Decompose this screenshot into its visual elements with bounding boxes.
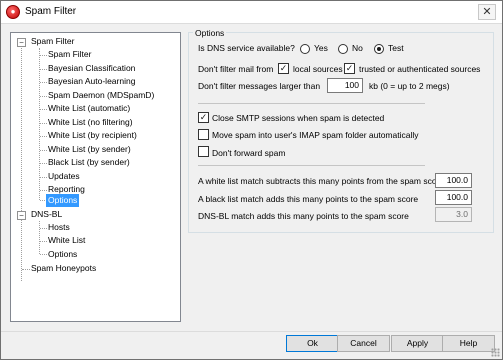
larger-than-suffix: kb (0 = up to 2 megs) bbox=[369, 81, 450, 91]
dnsbl-points-label: DNS-BL match adds this many points to th… bbox=[198, 211, 409, 221]
move-imap-checkbox[interactable] bbox=[198, 129, 209, 140]
tree-item-bayesian-auto-learning[interactable]: Bayesian Auto-learning bbox=[46, 75, 137, 88]
larger-than-field[interactable]: 100 bbox=[327, 78, 363, 93]
tree-item-spam-daemon[interactable]: Spam Daemon (MDSpamD) bbox=[46, 89, 156, 102]
close-smtp-checkbox[interactable]: ✓ bbox=[198, 112, 209, 123]
dns-no-radio[interactable] bbox=[338, 44, 348, 54]
tree-item-dnsbl[interactable]: DNS-BL bbox=[29, 208, 64, 221]
dns-yes-radio[interactable] bbox=[300, 44, 310, 54]
tree-item-spam-honeypots[interactable]: Spam Honeypots bbox=[29, 262, 98, 275]
trusted-sources-checkbox[interactable]: ✓ bbox=[344, 63, 355, 74]
dns-yes-label[interactable]: Yes bbox=[314, 43, 328, 53]
whitelist-points-label: A white list match subtracts this many p… bbox=[198, 176, 445, 186]
separator bbox=[198, 165, 425, 166]
title-bar: ● Spam Filter ✕ bbox=[1, 1, 502, 24]
trusted-sources-label[interactable]: trusted or authenticated sources bbox=[359, 64, 480, 74]
dns-test-label[interactable]: Test bbox=[388, 43, 404, 53]
tree-item-updates[interactable]: Updates bbox=[46, 170, 82, 183]
move-imap-label[interactable]: Move spam into user's IMAP spam folder a… bbox=[212, 130, 419, 140]
footer-separator bbox=[1, 331, 502, 332]
help-button[interactable]: Help bbox=[442, 335, 495, 352]
dns-question-label: Is DNS service available? bbox=[198, 43, 295, 53]
tree-item-dnsbl-options[interactable]: Options bbox=[46, 248, 79, 261]
blacklist-points-label: A black list match adds this many points… bbox=[198, 194, 419, 204]
dns-test-radio[interactable] bbox=[374, 44, 384, 54]
options-group-title: Options bbox=[193, 28, 227, 38]
whitelist-points-field[interactable]: 100.0 bbox=[435, 173, 472, 188]
dont-forward-label[interactable]: Don't forward spam bbox=[212, 148, 285, 158]
tree-item-white-list-by-recipient[interactable]: White List (by recipient) bbox=[46, 129, 139, 142]
cancel-button[interactable]: Cancel bbox=[337, 335, 390, 352]
dont-filter-from-label: Don't filter mail from bbox=[198, 64, 274, 74]
app-icon: ● bbox=[6, 5, 20, 19]
navigation-tree[interactable]: − Spam Filter Spam Filter Bayesian Class… bbox=[10, 32, 181, 322]
ok-button[interactable]: Ok bbox=[286, 335, 339, 352]
tree-item-white-list-no-filtering[interactable]: White List (no filtering) bbox=[46, 116, 135, 129]
tree-item-white-list-automatic[interactable]: White List (automatic) bbox=[46, 102, 132, 115]
blacklist-points-field[interactable]: 100.0 bbox=[435, 190, 472, 205]
tree-item-dnsbl-white-list[interactable]: White List bbox=[46, 234, 87, 247]
tree-item-hosts[interactable]: Hosts bbox=[46, 221, 72, 234]
spam-filter-window: ● Spam Filter ✕ − Spam Filter Spam Filte… bbox=[0, 0, 503, 360]
close-button[interactable]: ✕ bbox=[478, 4, 496, 20]
local-sources-checkbox[interactable]: ✓ bbox=[278, 63, 289, 74]
dnsbl-points-field: 3.0 bbox=[435, 207, 472, 222]
resize-grip-icon[interactable] bbox=[491, 348, 500, 357]
close-smtp-label[interactable]: Close SMTP sessions when spam is detecte… bbox=[212, 113, 384, 123]
tree-line bbox=[21, 48, 22, 281]
collapse-dnsbl-icon[interactable]: − bbox=[17, 211, 26, 220]
tree-item-bayesian-classification[interactable]: Bayesian Classification bbox=[46, 62, 137, 75]
tree-line bbox=[39, 221, 40, 254]
window-title: Spam Filter bbox=[25, 6, 77, 17]
tree-item-spam-filter[interactable]: Spam Filter bbox=[46, 48, 93, 61]
tree-item-spam-filter-root[interactable]: Spam Filter bbox=[29, 35, 76, 48]
collapse-spam-filter-icon[interactable]: − bbox=[17, 38, 26, 47]
tree-item-black-list-by-sender[interactable]: Black List (by sender) bbox=[46, 156, 132, 169]
apply-button[interactable]: Apply bbox=[391, 335, 444, 352]
local-sources-label[interactable]: local sources bbox=[293, 64, 343, 74]
dns-no-label[interactable]: No bbox=[352, 43, 363, 53]
separator bbox=[198, 103, 425, 104]
tree-item-white-list-by-sender[interactable]: White List (by sender) bbox=[46, 143, 133, 156]
dont-forward-checkbox[interactable] bbox=[198, 146, 209, 157]
larger-than-label: Don't filter messages larger than bbox=[198, 81, 321, 91]
tree-item-options-selected[interactable]: Options bbox=[46, 194, 80, 207]
